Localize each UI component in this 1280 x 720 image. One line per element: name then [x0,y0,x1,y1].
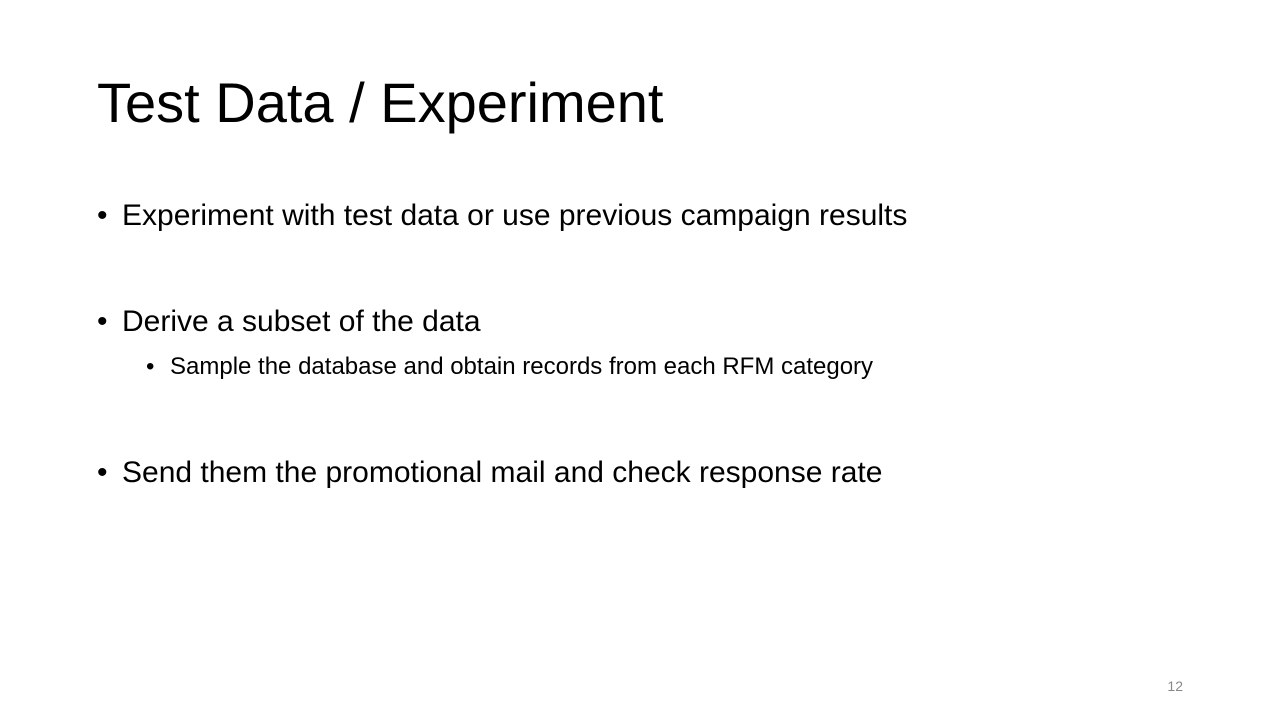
slide-number: 12 [1167,678,1183,694]
slide: Test Data / Experiment • Experiment with… [0,0,1280,720]
bullet-text: Derive a subset of the data [122,305,481,338]
sub-bullet-item: • Sample the database and obtain records… [146,353,874,382]
bullet-text: Send them the promotional mail and check… [122,456,883,489]
bullet-item: • Send them the promotional mail and che… [97,455,883,491]
sub-bullet-text: Sample the database and obtain records f… [170,353,874,380]
bullet-item: • Derive a subset of the data [97,304,481,340]
bullet-icon: • [97,305,108,338]
bullet-text: Experiment with test data or use previou… [122,199,908,232]
slide-title: Test Data / Experiment [97,71,664,134]
bullet-item: • Experiment with test data or use previ… [97,198,908,234]
bullet-icon: • [146,353,155,380]
bullet-icon: • [97,199,108,232]
bullet-icon: • [97,456,108,489]
